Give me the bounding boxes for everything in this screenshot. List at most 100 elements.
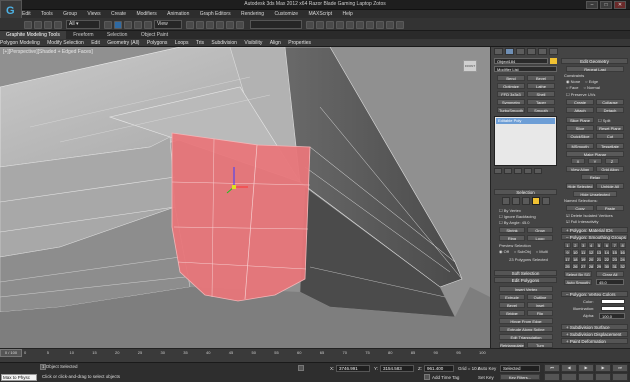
ribbon-tris[interactable]: Tris: [196, 39, 204, 47]
time-slider[interactable]: 0 / 100: [0, 349, 22, 357]
rectangle-select-icon[interactable]: [124, 21, 132, 29]
object-name-field[interactable]: Object184: [494, 58, 548, 64]
edit-geometry-rollout-header[interactable]: Edit Geometry: [561, 58, 628, 64]
insert-vertex-button[interactable]: Insert Vertex: [499, 286, 553, 292]
smoothing-group-button[interactable]: 6: [603, 242, 611, 248]
undo-icon[interactable]: [24, 21, 32, 29]
timeline-ruler[interactable]: 0 5 10 15 20 25 30 35 40 45 50 55 60 65 70 75 80 85 90 95 10…: [24, 350, 486, 357]
constraint-normal-radio[interactable]: ○ Normal: [583, 85, 599, 90]
ribbon-polygon-modeling[interactable]: Polygon Modeling: [0, 39, 40, 47]
pin-stack-icon[interactable]: [494, 168, 502, 174]
smoothing-group-button[interactable]: 2: [571, 242, 579, 248]
slice-plane-button[interactable]: Slice Plane: [566, 117, 594, 123]
select-object-icon[interactable]: [104, 21, 112, 29]
auto-smooth-button[interactable]: Auto Smooth: [564, 279, 592, 285]
reset-plane-button[interactable]: Reset Plane: [596, 125, 624, 131]
menu-customize[interactable]: Customize: [274, 10, 298, 18]
render-setup-icon[interactable]: [376, 21, 384, 29]
menu-group[interactable]: Group: [63, 10, 77, 18]
zoom-icon[interactable]: [544, 373, 560, 381]
loop-button[interactable]: Loop: [527, 235, 553, 241]
go-to-start-icon[interactable]: ⏮: [544, 364, 560, 372]
selected-dropdown[interactable]: Selected: [500, 365, 540, 372]
ribbon-visibility[interactable]: Visibility: [244, 39, 262, 47]
y-coord-field[interactable]: 3154.583: [380, 365, 414, 372]
pan-icon[interactable]: [578, 373, 594, 381]
viewport-label[interactable]: [+][Perspective][Shaded + Edged Faces]: [3, 49, 93, 55]
maximize-viewport-icon[interactable]: [612, 373, 628, 381]
ribbon-edit[interactable]: Edit: [91, 39, 100, 47]
smoothing-group-button[interactable]: 18: [571, 256, 579, 262]
soft-selection-rollout-header[interactable]: Soft Selection: [494, 270, 557, 276]
subdivision-displacement-rollout-header[interactable]: + Subdivision Displacement: [561, 331, 628, 337]
tab-selection[interactable]: Selection: [101, 31, 134, 39]
flip-button[interactable]: Flip: [527, 310, 553, 316]
smoothing-group-button[interactable]: 24: [619, 256, 626, 262]
smoothing-group-button[interactable]: 29: [595, 263, 603, 269]
menu-tools[interactable]: Tools: [41, 10, 53, 18]
slice-button[interactable]: Slice: [566, 125, 594, 131]
stack-item-editable-poly[interactable]: Editable Poly: [496, 118, 555, 124]
add-time-tag-button[interactable]: Add Time Tag: [432, 375, 459, 380]
smoothing-group-button[interactable]: 5: [595, 242, 603, 248]
spinner-snap-icon[interactable]: [236, 21, 244, 29]
maxscript-listener-field[interactable]: Max to Physc: [1, 374, 37, 381]
pivot-icon[interactable]: [186, 21, 194, 29]
extrude-button[interactable]: Extrude: [499, 294, 525, 300]
shrink-button[interactable]: Shrink: [499, 227, 525, 233]
smoothing-group-button[interactable]: 23: [611, 256, 619, 262]
make-unique-icon[interactable]: [514, 168, 522, 174]
smoothing-group-button[interactable]: 7: [611, 242, 619, 248]
by-angle-checkbox[interactable]: ☐ By Angle: 45.0: [499, 220, 530, 225]
layer-manager-icon[interactable]: [326, 21, 334, 29]
previous-frame-icon[interactable]: ◀: [561, 364, 577, 372]
preview-subobj-radio[interactable]: ○ SubObj: [514, 249, 531, 254]
select-by-name-icon[interactable]: [114, 21, 122, 29]
bridge-button[interactable]: Bridge: [499, 310, 525, 316]
repeat-last-button[interactable]: Repeat Last: [566, 66, 624, 72]
menu-modifiers[interactable]: Modifiers: [136, 10, 156, 18]
full-interactivity-checkbox[interactable]: ☑ Full Interactivity: [566, 219, 599, 224]
copy-button[interactable]: Copy: [566, 205, 594, 211]
element-mode-icon[interactable]: [542, 197, 550, 205]
extrude-along-spline-button[interactable]: Extrude Along Spline: [499, 326, 553, 332]
preserve-uvs-checkbox[interactable]: ☐ Preserve UVs: [566, 92, 595, 97]
smoothing-group-button[interactable]: 20: [587, 256, 595, 262]
ribbon-properties[interactable]: Properties: [288, 39, 311, 47]
unhide-all-button[interactable]: Unhide All: [596, 183, 624, 189]
quickslice-button[interactable]: QuickSlice: [566, 133, 594, 139]
close-button[interactable]: ✕: [614, 1, 626, 9]
modifier-shell-button[interactable]: Shell: [527, 91, 555, 97]
hinge-from-edge-button[interactable]: Hinge From Edge: [499, 318, 553, 324]
tab-graphite-modeling-tools[interactable]: Graphite Modeling Tools: [0, 31, 66, 39]
smoothing-group-button[interactable]: 32: [619, 263, 626, 269]
tab-object-paint[interactable]: Object Paint: [135, 31, 174, 39]
menu-animation[interactable]: Animation: [167, 10, 189, 18]
selection-rollout-header[interactable]: Selection: [494, 189, 557, 195]
modifier-smooth-button[interactable]: Smooth: [527, 107, 555, 113]
smoothing-group-button[interactable]: 3: [579, 242, 587, 248]
auto-smooth-threshold-field[interactable]: 45.0: [596, 279, 624, 285]
material-editor-icon[interactable]: [366, 21, 374, 29]
delete-isolated-checkbox[interactable]: ☑ Delete Isolated Vertices: [566, 213, 613, 218]
lock-selection-icon[interactable]: [298, 365, 304, 371]
smoothing-group-button[interactable]: 21: [595, 256, 603, 262]
tab-freeform[interactable]: Freeform: [67, 31, 99, 39]
ribbon-modify-selection[interactable]: Modify Selection: [47, 39, 84, 47]
smoothing-group-button[interactable]: 13: [595, 249, 603, 255]
vertex-mode-icon[interactable]: [502, 197, 510, 205]
vertex-colors-rollout-header[interactable]: – Polygon: Vertex Colors: [561, 291, 628, 297]
smoothing-group-button[interactable]: 30: [603, 263, 611, 269]
manipulate-icon[interactable]: [196, 21, 204, 29]
edit-polygons-rollout-header[interactable]: Edit Polygons: [494, 277, 557, 283]
next-frame-icon[interactable]: ▶: [595, 364, 611, 372]
subdivision-surface-rollout-header[interactable]: + Subdivision Surface: [561, 324, 628, 330]
redo-icon[interactable]: [34, 21, 42, 29]
smoothing-group-button[interactable]: 1: [564, 242, 571, 248]
planar-z-button[interactable]: Z: [605, 158, 619, 164]
smoothing-group-button[interactable]: 31: [611, 263, 619, 269]
ribbon-loops[interactable]: Loops: [175, 39, 189, 47]
minimize-button[interactable]: –: [586, 1, 598, 9]
vertex-color-swatch[interactable]: [601, 299, 625, 304]
menu-edit[interactable]: Edit: [22, 10, 31, 18]
